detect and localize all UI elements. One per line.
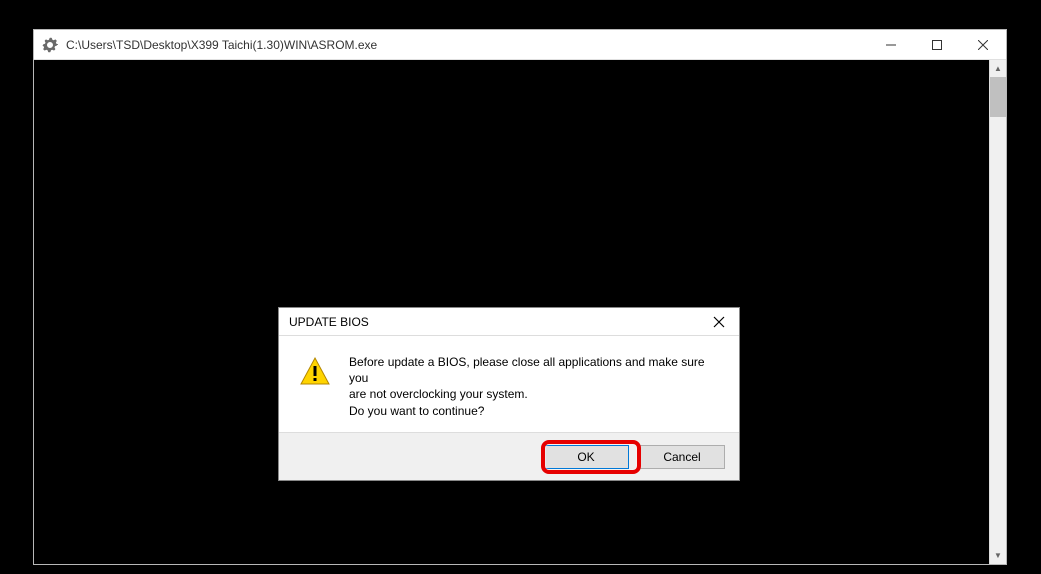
update-bios-dialog: UPDATE BIOS Before update a BIOS, please… xyxy=(278,307,740,481)
main-window: C:\Users\TSD\Desktop\X399 Taichi(1.30)WI… xyxy=(33,29,1007,565)
maximize-button[interactable] xyxy=(914,30,960,60)
scroll-thumb[interactable] xyxy=(990,77,1006,117)
close-button[interactable] xyxy=(960,30,1006,60)
dialog-titlebar: UPDATE BIOS xyxy=(279,308,739,336)
ok-button[interactable]: OK xyxy=(543,445,629,469)
dialog-close-button[interactable] xyxy=(699,308,739,336)
outer-frame: C:\Users\TSD\Desktop\X399 Taichi(1.30)WI… xyxy=(0,0,1041,574)
vertical-scrollbar[interactable]: ▲ ▼ xyxy=(989,60,1006,564)
gear-icon xyxy=(42,37,58,53)
dialog-footer: OK Cancel xyxy=(279,432,739,480)
main-titlebar: C:\Users\TSD\Desktop\X399 Taichi(1.30)WI… xyxy=(34,30,1006,60)
dialog-message-line2: are not overclocking your system. xyxy=(349,387,528,401)
dialog-message-line3: Do you want to continue? xyxy=(349,404,484,418)
warning-icon xyxy=(299,356,331,388)
scroll-up-arrow[interactable]: ▲ xyxy=(990,60,1006,77)
dialog-title: UPDATE BIOS xyxy=(289,315,369,329)
dialog-message: Before update a BIOS, please close all a… xyxy=(349,354,719,419)
dialog-message-line1: Before update a BIOS, please close all a… xyxy=(349,355,705,385)
scroll-down-arrow[interactable]: ▼ xyxy=(990,547,1006,564)
cancel-button[interactable]: Cancel xyxy=(639,445,725,469)
minimize-button[interactable] xyxy=(868,30,914,60)
main-title-text: C:\Users\TSD\Desktop\X399 Taichi(1.30)WI… xyxy=(66,38,377,52)
dialog-body: Before update a BIOS, please close all a… xyxy=(279,336,739,432)
